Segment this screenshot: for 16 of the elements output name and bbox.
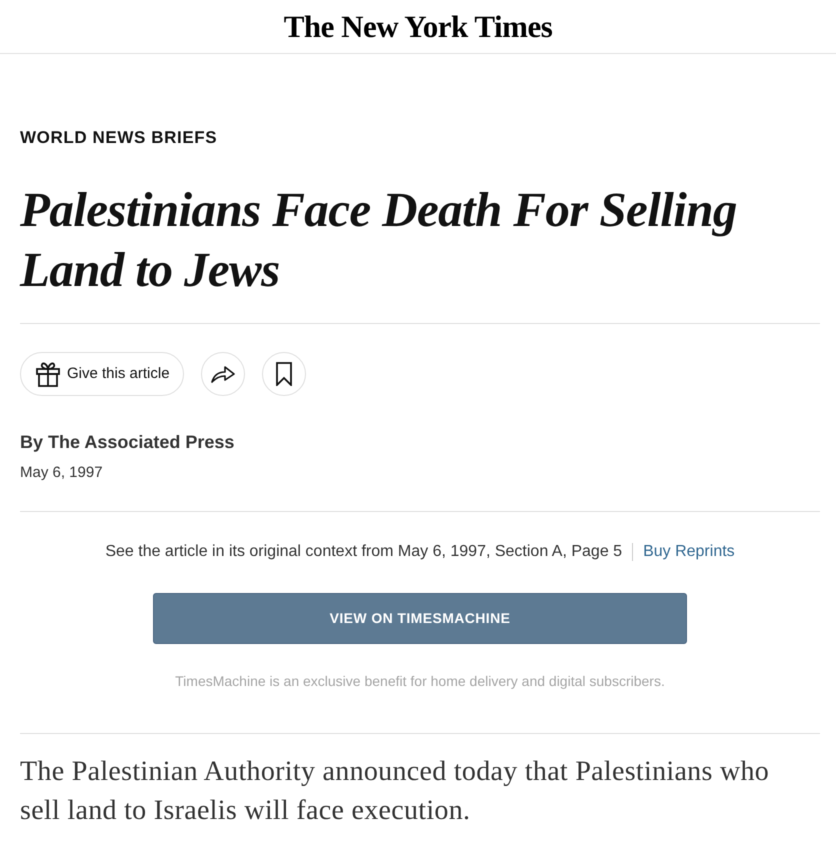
article-paragraph: The Palestinian Authority announced today that Palestinians who sell land to Israelis will face execution. <box>20 755 770 828</box>
section-kicker[interactable]: WORLD NEWS BRIEFS <box>20 128 816 148</box>
bookmark-button[interactable] <box>262 352 306 396</box>
bookmark-icon <box>276 362 292 386</box>
view-on-timesmachine-button[interactable]: VIEW ON TIMESMACHINE <box>153 593 687 644</box>
timesmachine-note: TimesMachine is an exclusive benefit for home delivery and digital subscribers. <box>175 672 665 691</box>
publish-date: May 6, 1997 <box>20 463 104 483</box>
buy-reprints-link[interactable]: Buy Reprints <box>643 540 735 564</box>
share-arrow-icon <box>210 364 235 384</box>
share-button[interactable] <box>200 352 245 396</box>
masthead-logo[interactable]: The New York Times <box>284 8 552 44</box>
print-context-text: See the article in its original context from May 6, 1997, Section A, Page 5 <box>105 542 622 562</box>
headline: Palestinians Face Death For Selling Land to Jews <box>20 181 738 299</box>
byline: By The Associated Press <box>20 431 236 454</box>
give-article-button[interactable]: Give this article <box>20 352 184 396</box>
gift-icon <box>35 361 61 387</box>
